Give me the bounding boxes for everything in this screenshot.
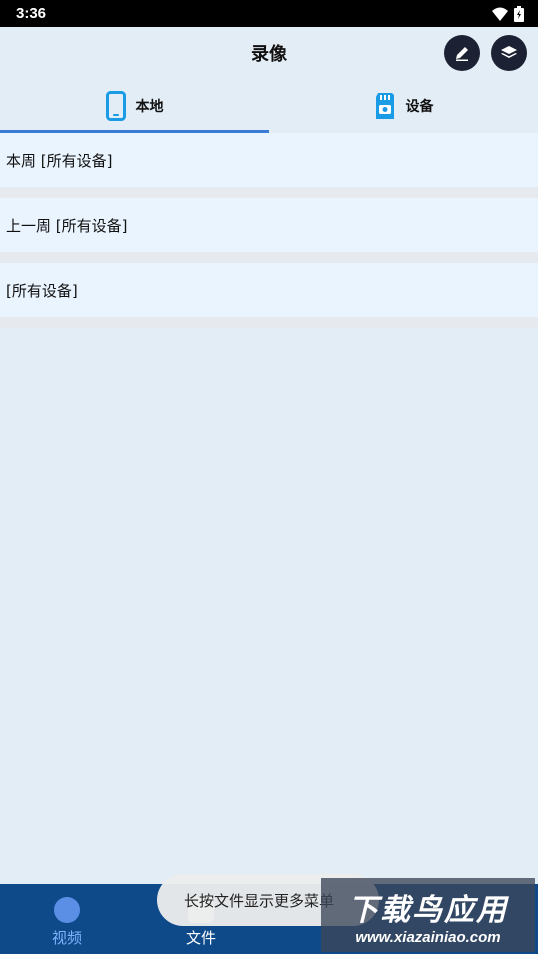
list-item-last-week[interactable]: 上一周 [所有设备] (0, 198, 538, 263)
tab-bar: 本地 设备 (0, 79, 538, 133)
layers-icon (501, 46, 517, 58)
video-icon (54, 897, 80, 923)
list-item-label: [所有设备] (6, 281, 78, 300)
battery-icon (514, 5, 524, 22)
list-item-all-devices[interactable]: [所有设备] (0, 263, 538, 328)
tab-local[interactable]: 本地 (0, 79, 269, 133)
tab-local-label: 本地 (135, 99, 164, 115)
pencil-icon (456, 47, 468, 61)
watermark-url: www.xiazainiao.com (355, 928, 501, 946)
watermark-title: 下载鸟应用 (348, 892, 508, 928)
toast-text: 长按文件显示更多菜单 (184, 891, 335, 910)
list-item-label: 上一周 [所有设备] (6, 216, 128, 235)
edit-button[interactable] (444, 35, 480, 71)
nav-item-video-label: 视频 (51, 929, 82, 947)
layers-button[interactable] (491, 35, 527, 71)
watermark: 下载鸟应用 www.xiazainiao.com (321, 878, 535, 952)
status-time: 3:36 (16, 5, 47, 22)
status-bar: 3:36 (0, 0, 538, 27)
list-item-this-week[interactable]: 本周 [所有设备] (0, 133, 538, 198)
nav-item-file-label: 文件 (185, 929, 216, 947)
app-header: 录像 (0, 27, 538, 79)
wifi-icon (492, 7, 508, 21)
nav-item-video[interactable]: 视频 (0, 884, 134, 954)
sd-card-camera-icon (375, 93, 394, 119)
phone-icon (105, 91, 126, 121)
tab-device[interactable]: 设备 (269, 79, 538, 133)
list-item-label: 本周 [所有设备] (6, 151, 113, 170)
tab-device-label: 设备 (405, 99, 434, 115)
status-icons (492, 5, 524, 22)
recording-list: 本周 [所有设备] 上一周 [所有设备] [所有设备] (0, 133, 538, 328)
